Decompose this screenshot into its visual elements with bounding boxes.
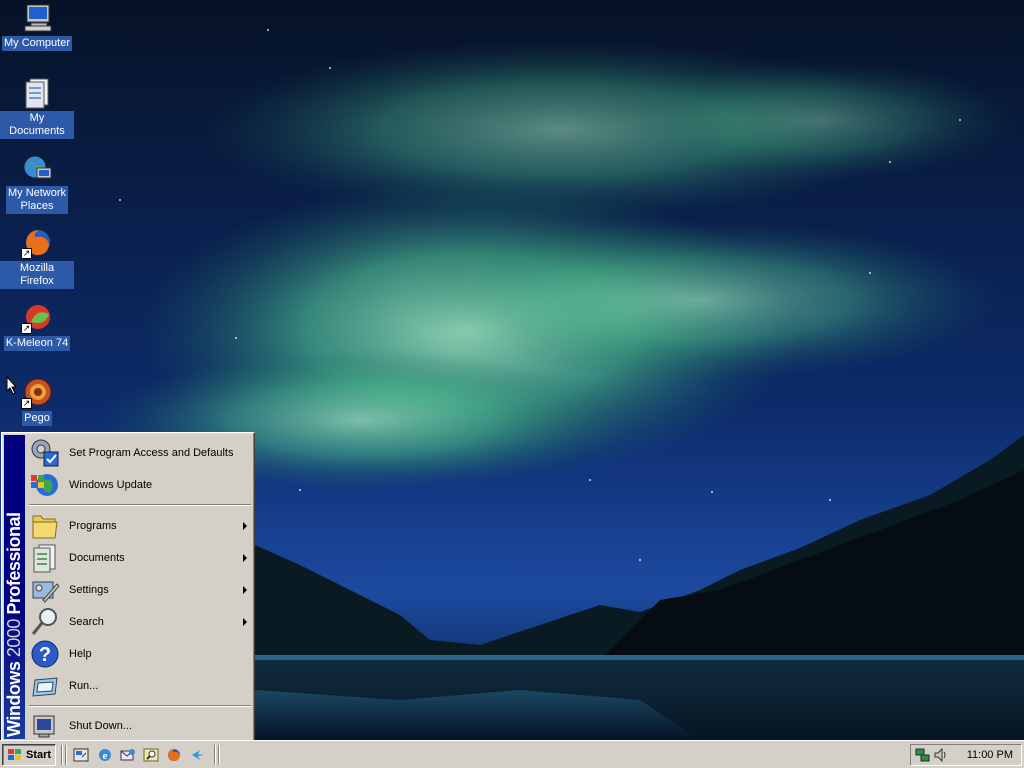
shortcut-arrow-icon: ↗ <box>21 323 32 334</box>
desktop-icon-label: Mozilla Firefox <box>0 261 74 289</box>
settings-icon <box>29 574 61 606</box>
menu-item-run[interactable]: Run... <box>27 670 253 702</box>
shortcut-arrow-icon: ↗ <box>21 248 32 259</box>
search-icon <box>29 606 61 638</box>
desktop-icon-k-meleon[interactable]: ↗ K-Meleon 74 <box>0 302 74 351</box>
internet-explorer-icon[interactable]: e <box>97 747 113 763</box>
menu-item-label: Shut Down... <box>69 720 132 732</box>
taskbar: Start e 11:00 PM <box>0 740 1024 768</box>
submenu-arrow-icon <box>243 586 247 594</box>
desktop-icon-label: Pego <box>22 411 52 426</box>
start-menu: Windows 2000 Professional Set Program Ac… <box>1 432 255 742</box>
menu-item-label: Windows Update <box>69 479 153 491</box>
show-desktop-icon[interactable] <box>73 747 89 763</box>
menu-item-label: Documents <box>69 552 125 564</box>
taskbar-separator <box>61 745 63 765</box>
svg-text:?: ? <box>39 644 51 666</box>
submenu-arrow-icon <box>243 618 247 626</box>
explorer-search-icon[interactable] <box>143 747 159 763</box>
windows-flag-icon <box>7 748 23 762</box>
documents-icon <box>29 542 61 574</box>
menu-item-label: Run... <box>69 680 99 692</box>
menu-item-label: Programs <box>69 520 117 532</box>
menu-item-label: Set Program Access and Defaults <box>69 447 234 459</box>
menu-item-documents[interactable]: Documents <box>27 542 253 574</box>
menu-item-search[interactable]: Search <box>27 606 253 638</box>
desktop-icon-my-computer[interactable]: My Computer <box>0 2 74 51</box>
start-button[interactable]: Start <box>2 744 56 766</box>
menu-separator <box>29 504 251 506</box>
run-icon <box>29 670 61 702</box>
network-places-icon <box>21 152 53 184</box>
menu-item-programs[interactable]: Programs <box>27 510 253 542</box>
banner-windows-text: Windows <box>4 661 24 737</box>
help-icon: ? <box>29 638 61 670</box>
shut-down-icon <box>29 710 61 742</box>
my-documents-icon <box>21 77 53 109</box>
menu-separator <box>29 705 251 707</box>
pego-icon: ↗ <box>21 377 53 409</box>
banner-version-text: 2000 <box>4 619 24 658</box>
svg-text:e: e <box>103 750 108 762</box>
desktop-icon-firefox[interactable]: ↗ Mozilla Firefox <box>0 227 74 289</box>
menu-item-label: Help <box>69 648 92 660</box>
menu-item-windows-update[interactable]: Windows Update <box>27 469 253 501</box>
firefox-icon: ↗ <box>21 227 53 259</box>
start-menu-banner: Windows 2000 Professional <box>4 435 25 739</box>
program-access-icon <box>29 437 61 469</box>
firefox-icon[interactable] <box>166 747 182 763</box>
mouse-cursor-icon <box>6 376 18 395</box>
windows-update-icon <box>29 469 61 501</box>
menu-item-set-program-access[interactable]: Set Program Access and Defaults <box>27 437 253 469</box>
taskbar-separator <box>218 745 220 765</box>
taskbar-separator <box>214 745 216 765</box>
k-meleon-quick-icon[interactable] <box>190 747 206 763</box>
taskbar-separator <box>65 745 67 765</box>
volume-tray-icon[interactable] <box>933 747 949 763</box>
desktop-icon-label: My Network Places <box>5 186 69 214</box>
desktop-icon-network-places[interactable]: My Network Places <box>0 152 74 214</box>
k-meleon-icon: ↗ <box>21 302 53 334</box>
shortcut-arrow-icon: ↗ <box>21 398 32 409</box>
taskbar-clock[interactable]: 11:00 PM <box>967 749 1013 761</box>
menu-item-label: Search <box>69 616 104 628</box>
menu-item-shut-down[interactable]: Shut Down... <box>27 710 253 742</box>
menu-item-settings[interactable]: Settings <box>27 574 253 606</box>
programs-folder-icon <box>29 510 61 542</box>
outlook-express-icon[interactable] <box>120 747 136 763</box>
submenu-arrow-icon <box>243 522 247 530</box>
network-tray-icon[interactable] <box>915 747 931 763</box>
system-tray: 11:00 PM <box>910 744 1022 766</box>
submenu-arrow-icon <box>243 554 247 562</box>
desktop-icon-my-documents[interactable]: My Documents <box>0 77 74 139</box>
my-computer-icon <box>21 2 53 34</box>
desktop-icon-label: My Computer <box>1 36 73 51</box>
desktop-icon-label: My Documents <box>0 111 74 139</box>
desktop-icon-label: K-Meleon 74 <box>3 336 71 351</box>
menu-item-label: Settings <box>69 584 109 596</box>
menu-item-help[interactable]: ? Help <box>27 638 253 670</box>
banner-edition-text: Professional <box>4 512 24 615</box>
start-button-label: Start <box>26 749 52 761</box>
